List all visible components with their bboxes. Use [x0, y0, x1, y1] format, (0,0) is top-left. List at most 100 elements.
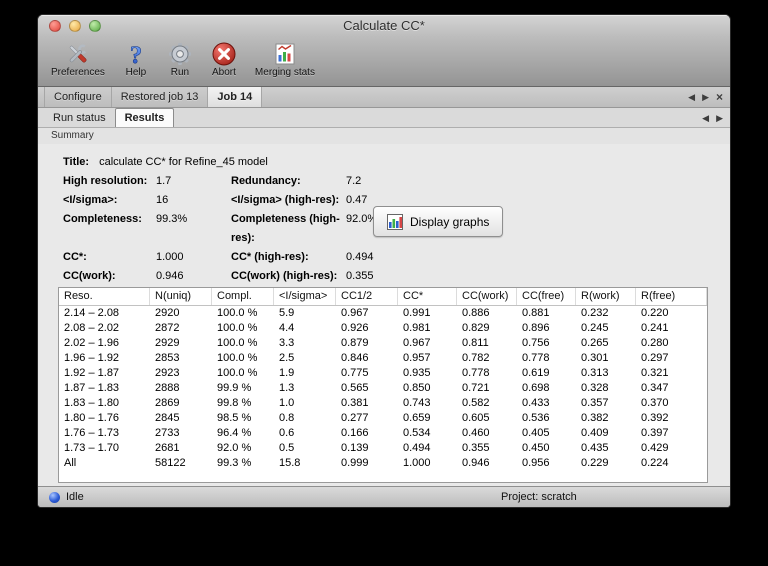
- table-row[interactable]: 1.87 – 1.83 2888 99.9 % 1.3 0.565 0.850 0.721 0…: [59, 381, 707, 396]
- tab-job-14[interactable]: Job 14: [207, 87, 263, 107]
- table-cell: 0.536: [522, 412, 550, 424]
- table-row[interactable]: 1.80 – 1.76 2845 98.5 % 0.8 0.277 0.659 0.605 0…: [59, 411, 707, 426]
- toolbar-button-run[interactable]: Run: [164, 40, 196, 78]
- table-cell: 5.9: [279, 307, 295, 319]
- toolbar-label: Run: [170, 67, 190, 78]
- table-row[interactable]: 1.92 – 1.87 2923 100.0 % 1.9 0.775 0.935 0.778…: [59, 366, 707, 381]
- table-cell: 0.881: [522, 307, 550, 319]
- table-cell: 0.220: [641, 307, 669, 319]
- table-row[interactable]: 1.76 – 1.73 2733 96.4 % 0.6 0.166 0.534 0.460 0…: [59, 426, 707, 441]
- subtab-scroll-right-icon[interactable]: ▶: [716, 113, 723, 123]
- summary-grid: High resolution: 1.7 Redundancy: 7.2 <I/sigm…: [63, 172, 377, 305]
- table-cell: 0.782: [462, 352, 490, 364]
- tab-scroll-right-icon[interactable]: ▶: [702, 92, 709, 102]
- table-cell: 0.382: [581, 412, 609, 424]
- result-tab-bar: Run status Results ◀ ▶: [38, 108, 730, 128]
- column-header[interactable]: N(uniq): [150, 288, 212, 305]
- table-row[interactable]: 1.96 – 1.92 2853 100.0 % 2.5 0.846 0.957 0.782…: [59, 351, 707, 366]
- table-cell: 0.321: [641, 367, 669, 379]
- column-header[interactable]: Reso.: [59, 288, 150, 305]
- result-tab-controls: ◀ ▶: [702, 108, 723, 128]
- table-cell: 2.5: [279, 352, 295, 364]
- table-cell: 0.347: [641, 382, 669, 394]
- toolbar-button-help[interactable]: ? Help: [120, 40, 152, 78]
- help-icon: ?: [123, 40, 149, 67]
- table-cell: 15.8: [279, 457, 301, 469]
- table-cell: 0.850: [403, 382, 431, 394]
- column-header[interactable]: CC(free): [517, 288, 576, 305]
- table-cell: 0.967: [403, 337, 431, 349]
- table-cell: 0.698: [522, 382, 550, 394]
- subtab-scroll-left-icon[interactable]: ◀: [702, 113, 709, 123]
- summary-label: Title:: [63, 156, 90, 168]
- table-cell: 0.565: [341, 382, 369, 394]
- column-header[interactable]: Compl.: [212, 288, 274, 305]
- table-cell: 0.6: [279, 427, 295, 439]
- table-cell: 1.87 – 1.83: [64, 382, 120, 394]
- table-cell: 0.886: [462, 307, 490, 319]
- table-row[interactable]: All 58122 99.3 % 15.8 0.999 1.000 0.946 0.956 0.…: [59, 456, 707, 471]
- toolbar-button-merging-stats[interactable]: Merging stats: [252, 40, 318, 78]
- table-cell: 0.313: [581, 367, 609, 379]
- table-cell: 100.0 %: [217, 322, 258, 334]
- table-row[interactable]: 2.02 – 1.96 2929 100.0 % 3.3 0.879 0.967 0.811…: [59, 336, 707, 351]
- app-window: Calculate CC* Preferences ? Help Run Abo…: [37, 14, 731, 508]
- zoom-window-button[interactable]: [89, 20, 101, 32]
- table-cell: 2845: [155, 412, 180, 424]
- table-cell: 2929: [155, 337, 180, 349]
- column-header[interactable]: R(work): [576, 288, 636, 305]
- summary-value: 0.355: [346, 270, 374, 282]
- table-row[interactable]: 2.08 – 2.02 2872 100.0 % 4.4 0.926 0.981 0.829…: [59, 321, 707, 336]
- display-graphs-button[interactable]: Display graphs: [373, 206, 504, 237]
- close-window-button[interactable]: [49, 20, 61, 32]
- tab-scroll-left-icon[interactable]: ◀: [688, 92, 695, 102]
- minimize-window-button[interactable]: [69, 20, 81, 32]
- table-cell: 3.3: [279, 337, 295, 349]
- tab-configure[interactable]: Configure: [44, 87, 112, 107]
- tab-results[interactable]: Results: [114, 108, 175, 127]
- summary-value: 1.7: [156, 175, 172, 187]
- table-cell: 0.5: [279, 442, 295, 454]
- table-cell: 0.245: [581, 322, 609, 334]
- table-cell: 1.3: [279, 382, 295, 394]
- table-row[interactable]: 1.83 – 1.80 2869 99.8 % 1.0 0.381 0.743 0.582 0…: [59, 396, 707, 411]
- table-cell: 0.429: [641, 442, 669, 454]
- table-cell: 0.879: [341, 337, 369, 349]
- table-cell: 0.297: [641, 352, 669, 364]
- table-cell: 2923: [155, 367, 180, 379]
- title-bar[interactable]: Calculate CC*: [38, 15, 730, 37]
- column-header[interactable]: CC*: [398, 288, 457, 305]
- table-row[interactable]: 1.73 – 1.70 2681 92.0 % 0.5 0.139 0.494 0.355 0…: [59, 441, 707, 456]
- table-cell: 0.370: [641, 397, 669, 409]
- column-header[interactable]: R(free): [636, 288, 707, 305]
- table-cell: 0.778: [462, 367, 490, 379]
- toolbar-label: Help: [125, 67, 147, 78]
- table-cell: 0.224: [641, 457, 669, 469]
- summary-section-label: Summary: [51, 130, 94, 141]
- table-cell: 0.265: [581, 337, 609, 349]
- table-row[interactable]: 2.14 – 2.08 2920 100.0 % 5.9 0.967 0.991 0.886…: [59, 306, 707, 321]
- table-cell: 0.957: [403, 352, 431, 364]
- tab-close-icon[interactable]: ×: [716, 91, 723, 103]
- table-cell: 0.721: [462, 382, 490, 394]
- summary-label: <I/sigma> (high-res):: [231, 194, 340, 206]
- column-header[interactable]: <I/sigma>: [274, 288, 336, 305]
- table-cell: 1.83 – 1.80: [64, 397, 120, 409]
- table-cell: 0.433: [522, 397, 550, 409]
- table-cell: 0.582: [462, 397, 490, 409]
- column-header[interactable]: CC(work): [457, 288, 517, 305]
- summary-label: CC* (high-res):: [231, 251, 309, 263]
- toolbar-button-abort[interactable]: Abort: [208, 40, 240, 78]
- toolbar-button-preferences[interactable]: Preferences: [48, 40, 108, 78]
- summary-value: 0.494: [346, 251, 374, 263]
- table-cell: 0.534: [403, 427, 431, 439]
- table-cell: 0.896: [522, 322, 550, 334]
- table-cell: 98.5 %: [217, 412, 252, 424]
- tab-restored-job-13[interactable]: Restored job 13: [110, 87, 209, 107]
- tab-run-status[interactable]: Run status: [44, 109, 115, 127]
- table-cell: 0.829: [462, 322, 490, 334]
- table-cell: 0.981: [403, 322, 431, 334]
- summary-label: Completeness:: [63, 213, 142, 225]
- toolbar-label: Preferences: [51, 67, 105, 78]
- column-header[interactable]: CC1/2: [336, 288, 398, 305]
